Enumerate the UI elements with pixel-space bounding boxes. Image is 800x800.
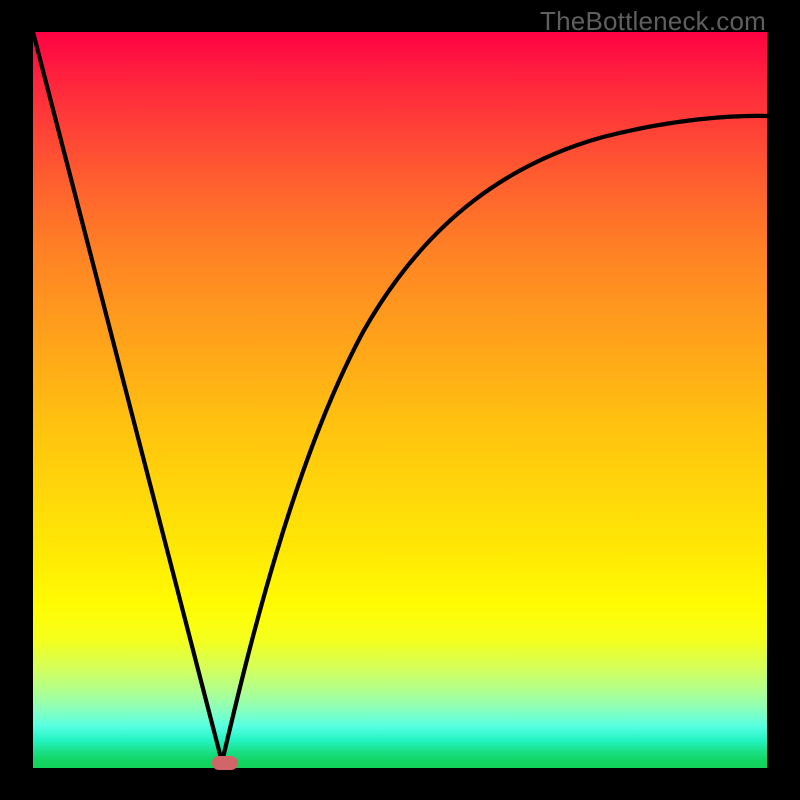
- gradient-plot-area: [33, 32, 767, 768]
- bottleneck-marker: [212, 756, 238, 770]
- watermark-text: TheBottleneck.com: [540, 6, 766, 37]
